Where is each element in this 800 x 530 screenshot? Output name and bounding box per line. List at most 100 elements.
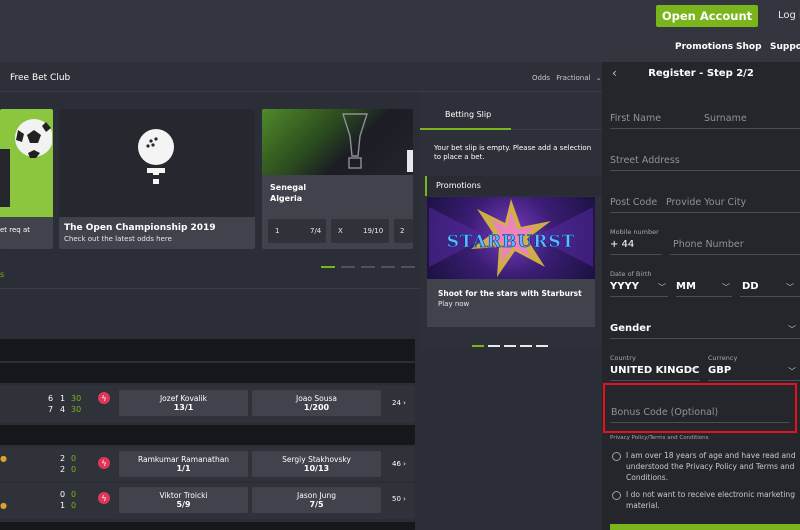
tab-divider <box>511 129 602 130</box>
score-cell: 2 <box>60 454 66 463</box>
field-underline <box>610 212 800 213</box>
score-cell: 0 <box>71 465 77 474</box>
post-code-field[interactable]: Post Code <box>610 197 657 208</box>
player-price: 10/13 <box>303 464 330 473</box>
gender-select[interactable]: Gender <box>610 323 651 334</box>
player-price: 1/200 <box>303 403 330 412</box>
more-markets-count: 24 <box>392 399 401 407</box>
city-field[interactable]: Provide Your City <box>666 197 746 208</box>
promotions-header: Promotions <box>425 176 602 196</box>
dob-day-select[interactable]: DD <box>742 281 759 292</box>
player-name: Sergiy Stakhovsky <box>282 455 351 464</box>
player-price: 1/1 <box>176 464 191 473</box>
player-price: 5/9 <box>176 500 191 509</box>
partial-mark: s <box>0 270 5 279</box>
dob-month-select[interactable]: MM <box>676 281 696 292</box>
chevron-down-icon: ﹀ <box>788 367 796 376</box>
odds-button-draw[interactable]: X 19/10 <box>331 219 389 243</box>
live-icon: ϟ <box>98 492 110 504</box>
score-cell: 1 <box>60 394 66 403</box>
promo-play-now[interactable]: Play now <box>438 300 469 308</box>
more-markets-link[interactable]: 46 › <box>392 460 406 468</box>
odds-button-away[interactable]: 2 <box>394 219 413 243</box>
open-championship-subtitle: Check out the latest odds here <box>64 235 172 243</box>
field-underline <box>610 338 800 339</box>
open-championship-title: The Open Championship 2019 <box>64 223 216 233</box>
player-price: 7/5 <box>309 500 324 509</box>
mobile-label: Mobile number <box>610 228 659 236</box>
promo-carousel-dots[interactable] <box>472 337 548 350</box>
field-underline <box>670 254 800 255</box>
odds-value: Fractional <box>556 74 591 82</box>
player-name: Jason Jung <box>297 491 336 500</box>
score-cell: 7 <box>48 405 54 414</box>
open-account-button[interactable]: Open Account <box>656 5 758 27</box>
odds-label-draw: X <box>338 227 343 235</box>
odds-button-player1[interactable]: Viktor Troicki 5/9 <box>119 487 248 513</box>
more-markets-link[interactable]: 24 › <box>392 399 406 407</box>
field-underline <box>610 254 662 255</box>
odds-button-player1[interactable]: Jozef Kovalik 13/1 <box>119 390 248 416</box>
mobile-prefix[interactable]: + 44 <box>610 239 634 250</box>
phone-shape <box>0 149 10 207</box>
trophy-icon <box>342 113 368 169</box>
score-cell: 4 <box>60 405 66 414</box>
serve-indicator: ● <box>0 501 7 510</box>
score-cell: 0 <box>71 454 77 463</box>
promotions-label: Promotions <box>436 181 481 190</box>
betting-slip-tab[interactable]: Betting Slip <box>420 100 511 130</box>
first-name-field[interactable]: First Name <box>610 113 661 124</box>
score-cell: 1 <box>60 501 66 510</box>
nav-shop[interactable]: Shop <box>736 42 762 52</box>
score-cell: 30 <box>71 405 82 414</box>
football-icon <box>15 119 52 158</box>
score-cell: 30 <box>71 394 82 403</box>
country-label: Country <box>610 354 636 362</box>
consent-marketing-text: I do not want to receive electronic mark… <box>626 490 795 510</box>
country-select[interactable]: UNITED KINGDC <box>610 365 699 376</box>
odds-button-home[interactable]: 1 7/4 <box>268 219 326 243</box>
privacy-link[interactable]: Privacy Policy/Terms and Conditions <box>610 435 709 441</box>
carousel-dots[interactable] <box>321 258 415 271</box>
field-underline <box>740 296 800 297</box>
field-underline <box>676 296 732 297</box>
score-cell: 0 <box>71 490 77 499</box>
empty-slip-message: Your bet slip is empty. Please add a sel… <box>434 144 592 161</box>
consent-age-radio[interactable] <box>612 452 621 461</box>
chevron-down-icon: ﹀ <box>722 283 730 292</box>
odds-format-selector[interactable]: Odds Fractional ⌄ <box>532 74 602 82</box>
score-cell: 6 <box>48 394 54 403</box>
more-markets-count: 50 <box>392 495 401 503</box>
odds-button-player2[interactable]: Joao Sousa 1/200 <box>252 390 381 416</box>
section-bar <box>0 425 415 445</box>
nav-promotions[interactable]: Promotions <box>675 42 733 52</box>
odds-button-player2[interactable]: Jason Jung 7/5 <box>252 487 381 513</box>
login-link[interactable]: Log i <box>778 10 800 21</box>
currency-select[interactable]: GBP <box>708 365 731 376</box>
field-underline <box>708 380 800 381</box>
match-home-team: Senegal <box>270 183 307 192</box>
golf-ball-icon <box>138 129 174 184</box>
live-icon: ϟ <box>98 457 110 469</box>
chevron-down-icon: ﹀ <box>786 283 794 292</box>
phone-number-field[interactable]: Phone Number <box>673 239 744 250</box>
player-price: 13/1 <box>173 403 194 412</box>
chevron-down-icon: ﹀ <box>658 283 666 292</box>
odds-button-player1[interactable]: Ramkumar Ramanathan 1/1 <box>119 451 248 477</box>
sub-bar <box>0 62 602 92</box>
player-name: Jozef Kovalik <box>159 394 208 403</box>
dob-label: Date of Birth <box>610 270 652 278</box>
street-address-field[interactable]: Street Address <box>610 155 680 166</box>
odds-button-player2[interactable]: Sergiy Stakhovsky 10/13 <box>252 451 381 477</box>
free-bet-club-link[interactable]: Free Bet Club <box>10 73 70 83</box>
section-bar <box>0 522 415 530</box>
consent-marketing-radio[interactable] <box>612 491 621 500</box>
dob-year-select[interactable]: YYYY <box>610 281 639 292</box>
submit-button[interactable] <box>610 524 800 530</box>
live-icon: ϟ <box>98 392 110 404</box>
player-name: Joao Sousa <box>296 394 337 403</box>
surname-field[interactable]: Surname <box>704 113 747 124</box>
nav-support[interactable]: Support <box>770 42 800 52</box>
more-markets-link[interactable]: 50 › <box>392 495 406 503</box>
serve-indicator: ● <box>0 454 7 463</box>
